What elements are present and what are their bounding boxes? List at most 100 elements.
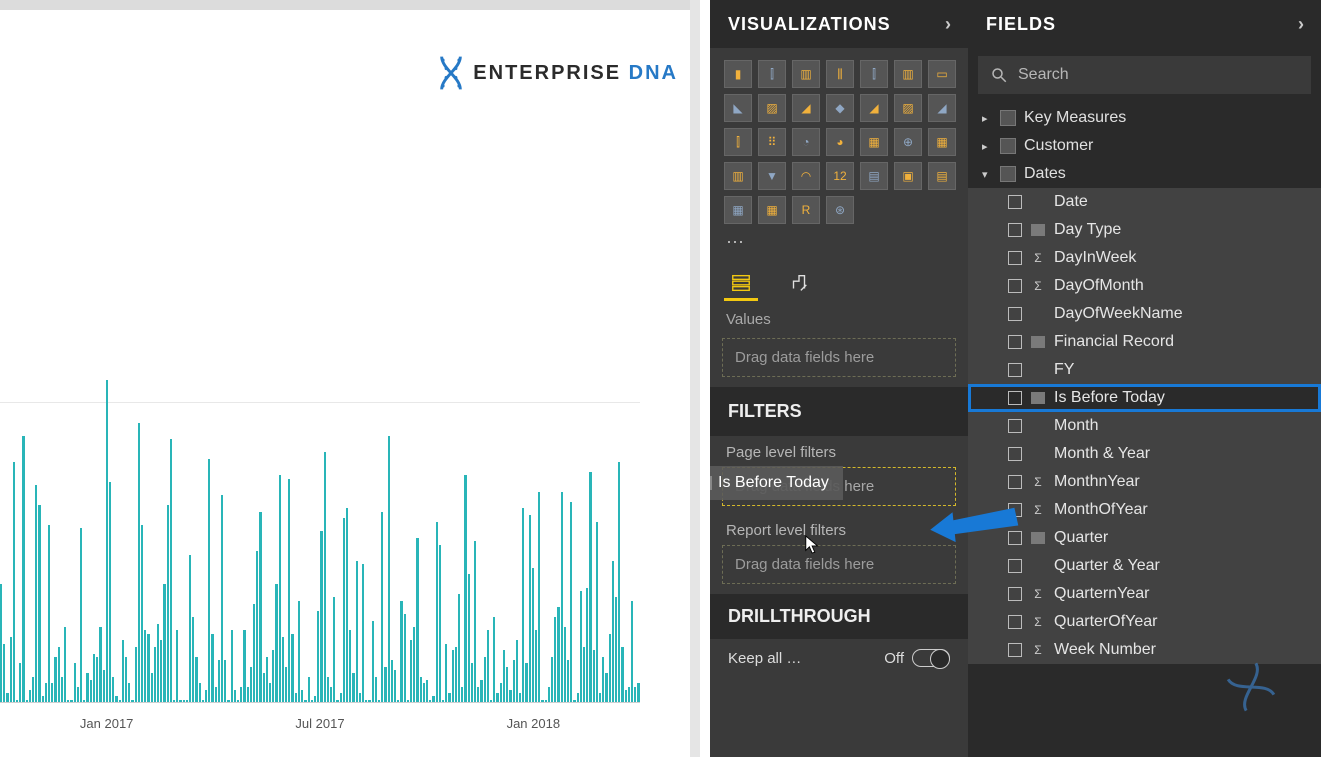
- format-tab[interactable]: [782, 267, 816, 301]
- field-checkbox[interactable]: [1008, 335, 1022, 349]
- bar: [637, 683, 639, 703]
- viz-type-icon[interactable]: ◣: [724, 94, 752, 122]
- field-month-year[interactable]: Month & Year: [968, 440, 1321, 468]
- viz-type-icon[interactable]: ◢: [928, 94, 956, 122]
- viz-type-icon[interactable]: ⫿: [860, 60, 888, 88]
- fields-tab[interactable]: [724, 267, 758, 301]
- field-dayofweekname[interactable]: DayOfWeekName: [968, 300, 1321, 328]
- sigma-icon: Σ: [1030, 587, 1046, 601]
- viz-type-icon[interactable]: ⠿: [758, 128, 786, 156]
- bar: [426, 680, 428, 703]
- bar: [231, 630, 233, 703]
- viz-type-icon[interactable]: ▥: [724, 162, 752, 190]
- table-icon: [1000, 166, 1016, 182]
- field-checkbox[interactable]: [1008, 223, 1022, 237]
- field-checkbox[interactable]: [1008, 251, 1022, 265]
- field-checkbox[interactable]: [1008, 587, 1022, 601]
- viz-type-icon[interactable]: ⊛: [826, 196, 854, 224]
- field-fy[interactable]: FY: [968, 356, 1321, 384]
- scrollbar[interactable]: [690, 0, 700, 757]
- viz-type-icon[interactable]: R: [792, 196, 820, 224]
- table-node-customer[interactable]: ▸Customer: [968, 132, 1321, 160]
- bar: [135, 647, 137, 703]
- bar: [452, 650, 454, 703]
- field-dayinweek[interactable]: ΣDayInWeek: [968, 244, 1321, 272]
- field-checkbox[interactable]: [1008, 559, 1022, 573]
- bar: [484, 657, 486, 703]
- keep-all-toggle[interactable]: [912, 649, 950, 667]
- bar: [103, 670, 105, 703]
- page-filters-dropzone[interactable]: Drag data fields here Is Before Today: [722, 467, 956, 506]
- viz-type-icon[interactable]: ▥: [894, 60, 922, 88]
- viz-type-icon[interactable]: ▨: [894, 94, 922, 122]
- field-month[interactable]: Month: [968, 412, 1321, 440]
- viz-type-icon[interactable]: ◕: [826, 128, 854, 156]
- collapse-fields-icon[interactable]: ›: [1298, 14, 1305, 35]
- viz-type-icon[interactable]: ▦: [928, 128, 956, 156]
- bar: [93, 654, 95, 704]
- viz-type-icon[interactable]: ⫿: [724, 128, 752, 156]
- field-day-type[interactable]: Day Type: [968, 216, 1321, 244]
- field-checkbox[interactable]: [1008, 363, 1022, 377]
- bar: [436, 522, 438, 704]
- viz-type-icon[interactable]: ◢: [792, 94, 820, 122]
- collapse-visualizations-icon[interactable]: ›: [945, 14, 952, 35]
- field-checkbox[interactable]: [1008, 447, 1022, 461]
- bar: [375, 677, 377, 703]
- field-quarter-year[interactable]: Quarter & Year: [968, 552, 1321, 580]
- viz-type-icon[interactable]: ◔: [792, 128, 820, 156]
- field-checkbox[interactable]: [1008, 307, 1022, 321]
- fields-search[interactable]: Search: [978, 56, 1311, 94]
- bar: [394, 670, 396, 703]
- viz-type-icon[interactable]: ▣: [894, 162, 922, 190]
- field-monthofyear[interactable]: ΣMonthOfYear: [968, 496, 1321, 524]
- table-node-key-measures[interactable]: ▸Key Measures: [968, 104, 1321, 132]
- viz-type-icon[interactable]: ◢: [860, 94, 888, 122]
- viz-type-icon[interactable]: ◠: [792, 162, 820, 190]
- viz-type-icon[interactable]: ▤: [860, 162, 888, 190]
- viz-type-icon[interactable]: ⫿: [758, 60, 786, 88]
- field-checkbox[interactable]: [1008, 615, 1022, 629]
- viz-type-icon[interactable]: ▦: [724, 196, 752, 224]
- viz-type-icon[interactable]: 12: [826, 162, 854, 190]
- calc-column-icon: [1030, 223, 1046, 237]
- field-quarternyear[interactable]: ΣQuarternYear: [968, 580, 1321, 608]
- viz-type-icon[interactable]: ⫼: [826, 60, 854, 88]
- bar: [612, 561, 614, 703]
- bar: [631, 601, 633, 703]
- report-canvas[interactable]: ate ENTERPRISE DNA Jan 2017 Jul 2017 Jan…: [0, 0, 700, 757]
- field-financial-record[interactable]: Financial Record: [968, 328, 1321, 356]
- viz-type-icon[interactable]: ◆: [826, 94, 854, 122]
- field-checkbox[interactable]: [1008, 643, 1022, 657]
- viz-type-icon[interactable]: ▼: [758, 162, 786, 190]
- bar: [567, 660, 569, 703]
- viz-type-icon[interactable]: ▤: [928, 162, 956, 190]
- values-dropzone[interactable]: Drag data fields here: [722, 338, 956, 377]
- field-checkbox[interactable]: [1008, 531, 1022, 545]
- table-node-dates[interactable]: ▾Dates: [968, 160, 1321, 188]
- field-quarterofyear[interactable]: ΣQuarterOfYear: [968, 608, 1321, 636]
- viz-type-icon[interactable]: ▦: [758, 196, 786, 224]
- report-filters-dropzone[interactable]: Drag data fields here: [722, 545, 956, 584]
- field-checkbox[interactable]: [1008, 391, 1022, 405]
- field-checkbox[interactable]: [1008, 279, 1022, 293]
- viz-type-icon[interactable]: ▥: [792, 60, 820, 88]
- viz-type-icon[interactable]: ▨: [758, 94, 786, 122]
- field-is-before-today[interactable]: Is Before Today: [968, 384, 1321, 412]
- more-visuals-button[interactable]: ⋯: [710, 228, 968, 261]
- bar: [170, 439, 172, 703]
- field-dayofmonth[interactable]: ΣDayOfMonth: [968, 272, 1321, 300]
- viz-type-icon[interactable]: ⊕: [894, 128, 922, 156]
- viz-type-icon[interactable]: ▮: [724, 60, 752, 88]
- field-checkbox[interactable]: [1008, 195, 1022, 209]
- field-monthnyear[interactable]: ΣMonthnYear: [968, 468, 1321, 496]
- field-checkbox[interactable]: [1008, 475, 1022, 489]
- viz-type-icon[interactable]: ▦: [860, 128, 888, 156]
- field-week-number[interactable]: ΣWeek Number: [968, 636, 1321, 664]
- viz-type-icon[interactable]: ▭: [928, 60, 956, 88]
- column-chart[interactable]: Jan 2017 Jul 2017 Jan 2018: [0, 29, 700, 749]
- field-checkbox[interactable]: [1008, 419, 1022, 433]
- field-date[interactable]: Date: [968, 188, 1321, 216]
- field-checkbox[interactable]: [1008, 503, 1022, 517]
- field-quarter[interactable]: Quarter: [968, 524, 1321, 552]
